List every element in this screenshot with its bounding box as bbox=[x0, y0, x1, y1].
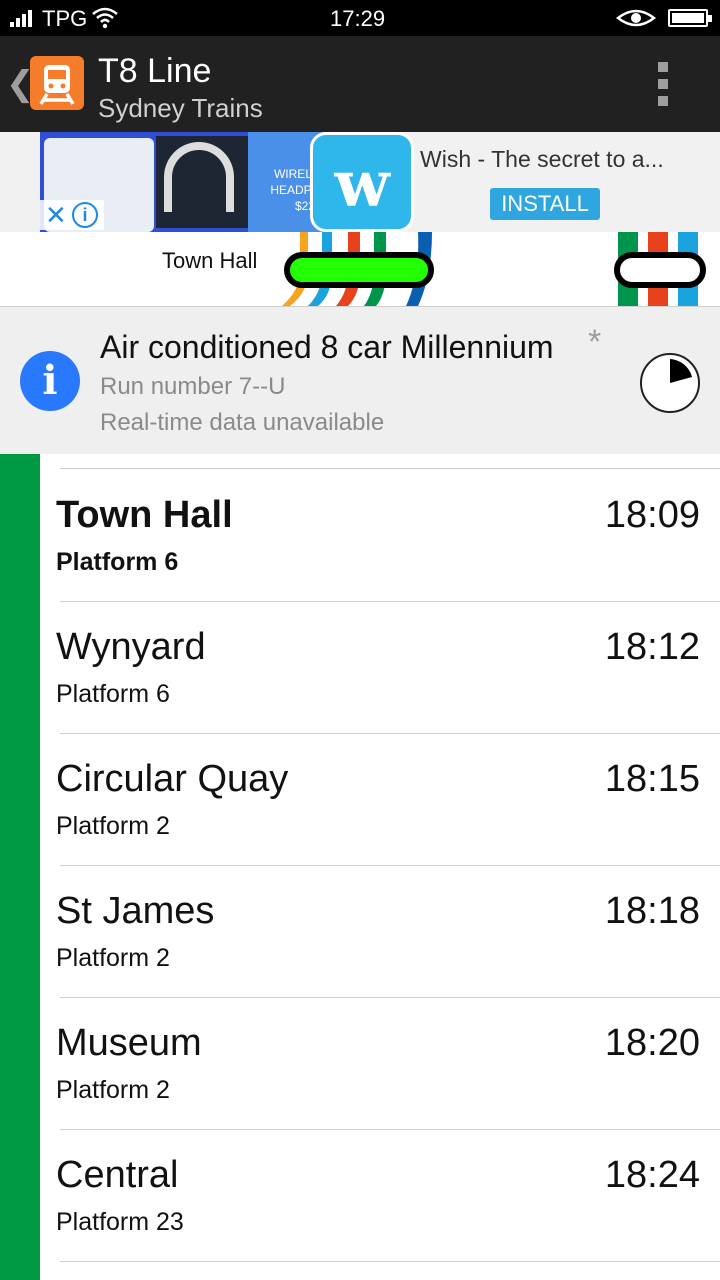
signal-icon bbox=[10, 9, 38, 27]
page-title: T8 Line bbox=[98, 52, 212, 90]
list-item[interactable]: Wynyard Platform 6 18:12 bbox=[40, 602, 720, 734]
track-station-label: Town Hall bbox=[162, 248, 258, 273]
stop-time: 18:09 bbox=[604, 494, 700, 536]
ad-choices[interactable]: ✕ i bbox=[40, 200, 104, 230]
close-icon[interactable]: ✕ bbox=[45, 200, 67, 231]
stop-time: 18:12 bbox=[604, 626, 700, 668]
list-item[interactable]: Circular Quay Platform 2 18:15 bbox=[40, 734, 720, 866]
app-bar: ❮ T8 Line Sydney Trains bbox=[0, 36, 720, 132]
list-item[interactable]: Museum Platform 2 18:20 bbox=[40, 998, 720, 1130]
stop-name: Museum bbox=[56, 1022, 202, 1064]
run-number: Run number 7--U bbox=[100, 373, 286, 400]
stop-name: Circular Quay bbox=[56, 758, 289, 800]
line-color-bar bbox=[0, 454, 40, 1280]
stop-list: Town Hall Platform 6 18:09 Wynyard Platf… bbox=[40, 454, 720, 1280]
stop-time: 18:24 bbox=[604, 1154, 700, 1196]
stop-platform: Platform 6 bbox=[56, 680, 170, 708]
battery-icon bbox=[668, 9, 712, 27]
track-map: Town Hall bbox=[0, 232, 720, 306]
divider bbox=[60, 1261, 720, 1262]
overflow-menu-icon[interactable] bbox=[652, 62, 674, 106]
ad-headline[interactable]: Wish - The secret to a... bbox=[420, 146, 664, 173]
stop-time: 18:20 bbox=[604, 1022, 700, 1064]
stop-name: St James bbox=[56, 890, 215, 932]
timer-icon[interactable] bbox=[640, 353, 700, 413]
current-position-marker bbox=[284, 252, 434, 288]
info-icon[interactable]: i bbox=[72, 202, 98, 228]
list-item[interactable]: St James Platform 2 18:18 bbox=[40, 866, 720, 998]
wish-logo[interactable]: w bbox=[310, 132, 414, 232]
train-icon[interactable] bbox=[30, 56, 84, 110]
stop-name: Central bbox=[56, 1154, 179, 1196]
stop-name: Wynyard bbox=[56, 626, 206, 668]
divider bbox=[60, 468, 720, 469]
list-item[interactable]: Central Platform 23 18:24 bbox=[40, 1130, 720, 1262]
status-bar: TPG 17:29 bbox=[0, 0, 720, 36]
list-item[interactable]: Town Hall Platform 6 18:09 bbox=[40, 470, 720, 602]
stop-platform: Platform 2 bbox=[56, 944, 170, 972]
install-button[interactable]: INSTALL bbox=[490, 188, 600, 220]
stop-platform: Platform 6 bbox=[56, 548, 179, 576]
stop-time: 18:18 bbox=[604, 890, 700, 932]
ad-banner[interactable]: WIRELESS HEADPHO... $22 ✕ i w Wish - The… bbox=[0, 132, 720, 232]
stop-platform: Platform 2 bbox=[56, 812, 170, 840]
stop-platform: Platform 2 bbox=[56, 1076, 170, 1104]
eye-icon bbox=[616, 9, 656, 27]
service-info-card: i Air conditioned 8 car Millennium * Run… bbox=[0, 306, 720, 454]
train-type: Air conditioned 8 car Millennium bbox=[100, 329, 554, 365]
stop-name: Town Hall bbox=[56, 494, 233, 536]
carrier-name: TPG bbox=[42, 6, 88, 31]
page-subtitle: Sydney Trains bbox=[98, 93, 263, 123]
asterisk-note: * bbox=[588, 323, 602, 361]
wifi-icon bbox=[92, 7, 118, 29]
realtime-status: Real-time data unavailable bbox=[100, 409, 385, 436]
info-icon[interactable]: i bbox=[20, 351, 80, 411]
stop-platform: Platform 23 bbox=[56, 1208, 184, 1236]
stop-time: 18:15 bbox=[604, 758, 700, 800]
position-marker bbox=[614, 252, 706, 288]
clock: 17:29 bbox=[330, 6, 386, 31]
